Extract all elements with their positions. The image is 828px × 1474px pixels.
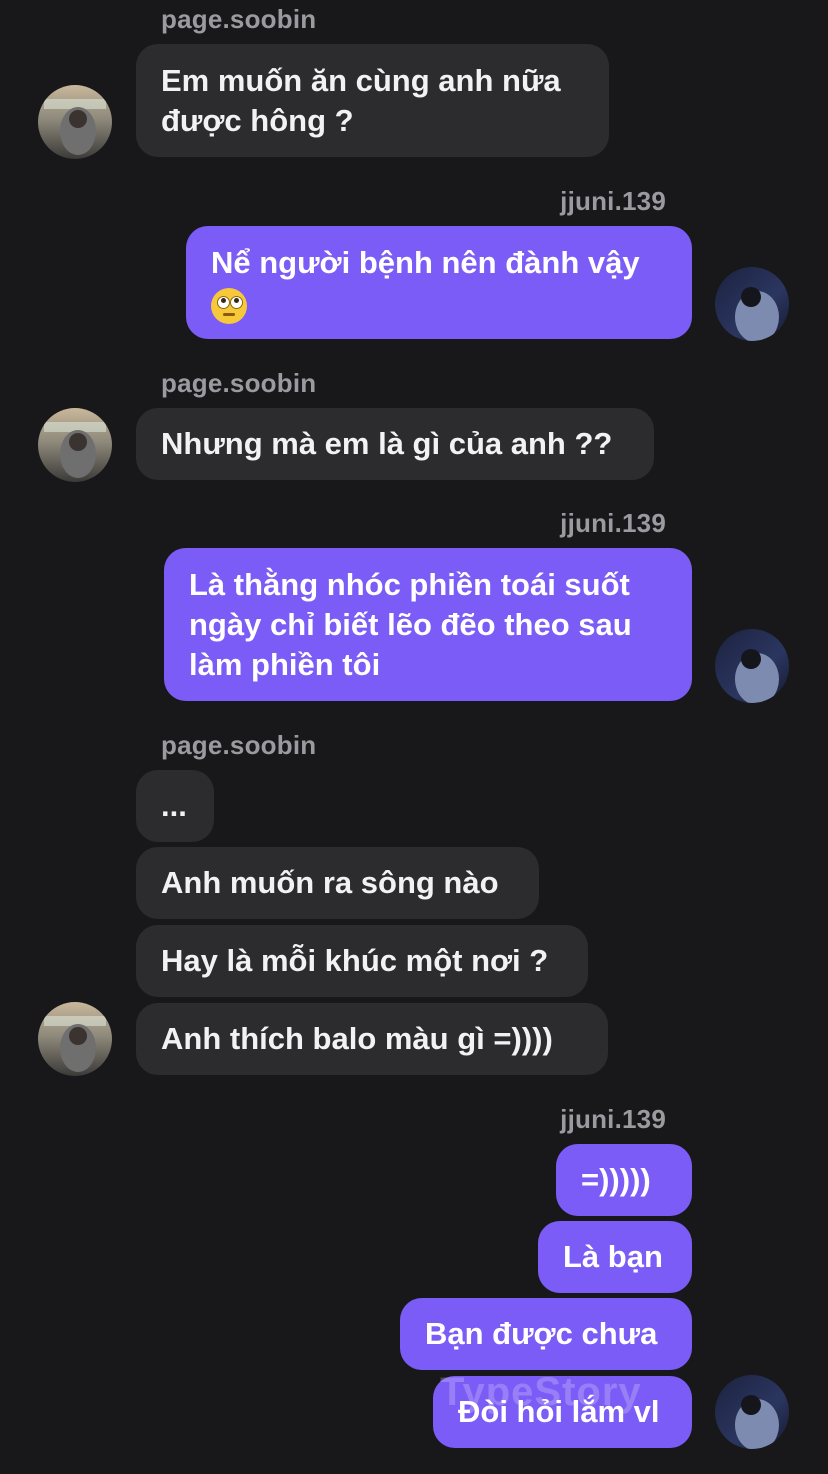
message-text: Em muốn ăn cùng anh nữa <box>161 63 561 98</box>
message-text: Nể người bệnh nên đành vậy <box>211 245 640 280</box>
sender-name-other: page.soobin <box>161 368 317 398</box>
avatar-me[interactable] <box>715 267 789 341</box>
message-bubble-incoming[interactable]: Em muốn ăn cùng anh nữa được hông ? <box>136 44 609 157</box>
avatar-other[interactable] <box>38 408 112 482</box>
message-text: Nhưng mà em là gì của anh ?? <box>161 426 613 461</box>
sender-name-me: jjuni.139 <box>560 508 666 538</box>
message-bubble-incoming[interactable]: Nhưng mà em là gì của anh ?? <box>136 408 654 480</box>
message-text: được hông ? <box>161 103 354 138</box>
message-text: ngày chỉ biết lẽo đẽo theo sau <box>189 607 632 642</box>
message-text: =))))) <box>581 1162 651 1197</box>
message-bubble-outgoing[interactable]: Là bạn <box>538 1221 692 1293</box>
message-bubble-incoming[interactable]: Anh thích balo màu gì =)))) <box>136 1003 608 1075</box>
message-bubble-outgoing[interactable]: Bạn được chưa <box>400 1298 692 1370</box>
message-bubble-incoming[interactable]: ... <box>136 770 214 842</box>
message-text: ... <box>161 788 187 823</box>
sender-name-other: page.soobin <box>161 4 317 34</box>
message-bubble-outgoing[interactable]: Là thằng nhóc phiền toái suốt ngày chỉ b… <box>164 548 692 701</box>
message-bubble-incoming[interactable]: Anh muốn ra sông nào <box>136 847 539 919</box>
avatar-other[interactable] <box>38 85 112 159</box>
message-bubble-outgoing[interactable]: =))))) <box>556 1144 692 1216</box>
rolling-eyes-emoji-icon <box>211 287 247 324</box>
message-bubble-outgoing[interactable]: Nể người bệnh nên đành vậy <box>186 226 692 339</box>
message-bubble-incoming[interactable]: Hay là mỗi khúc một nơi ? <box>136 925 588 997</box>
message-bubble-outgoing[interactable]: Đòi hỏi lắm vl <box>433 1376 692 1448</box>
sender-name-me: jjuni.139 <box>560 186 666 216</box>
message-text: Anh thích balo màu gì =)))) <box>161 1021 553 1056</box>
message-text: Là thằng nhóc phiền toái suốt <box>189 567 630 602</box>
message-text: Bạn được chưa <box>425 1316 658 1351</box>
message-text: làm phiền tôi <box>189 647 381 682</box>
avatar-me[interactable] <box>715 629 789 703</box>
message-text: Anh muốn ra sông nào <box>161 865 499 900</box>
avatar-other[interactable] <box>38 1002 112 1076</box>
sender-name-other: page.soobin <box>161 730 317 760</box>
avatar-me[interactable] <box>715 1375 789 1449</box>
message-text: Đòi hỏi lắm vl <box>458 1394 660 1429</box>
sender-name-me: jjuni.139 <box>560 1104 666 1134</box>
message-text: Là bạn <box>563 1239 663 1274</box>
message-text: Hay là mỗi khúc một nơi ? <box>161 943 549 978</box>
